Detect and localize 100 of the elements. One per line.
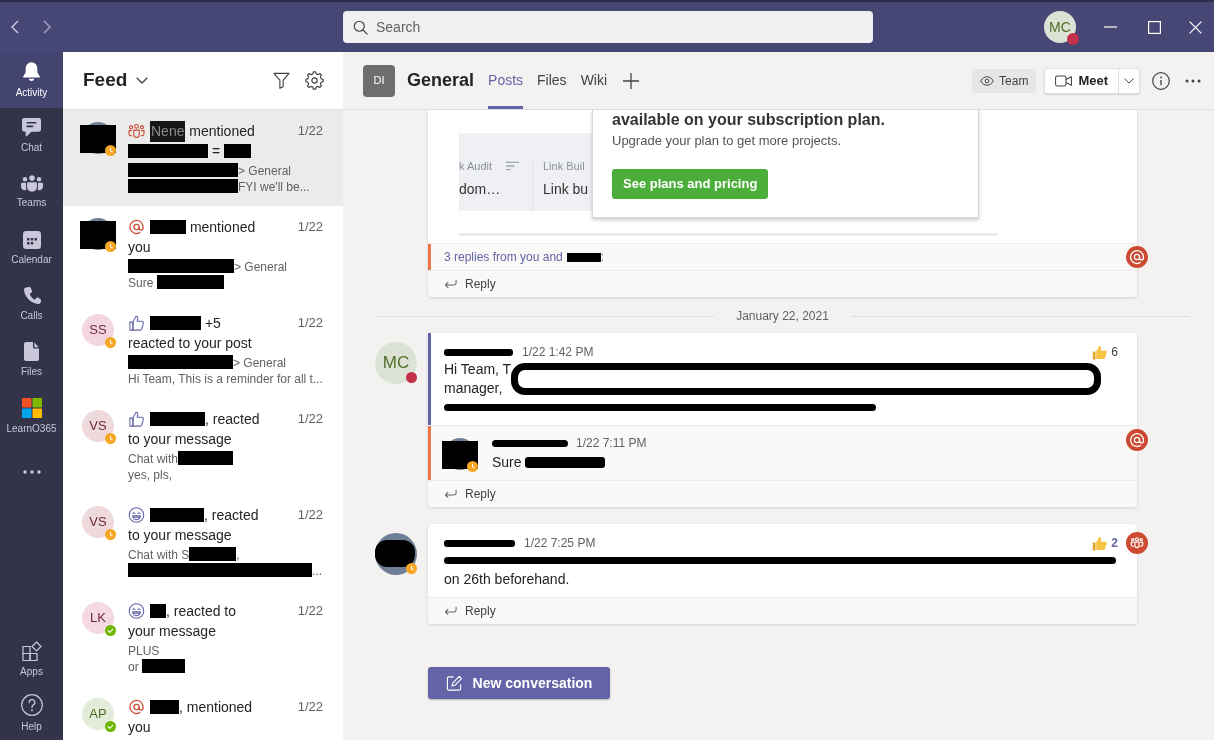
redaction-bar [150, 604, 166, 618]
meet-button[interactable]: Meet [1045, 68, 1118, 93]
plus-icon [623, 72, 640, 89]
close-icon [1188, 20, 1202, 34]
thumbs-up-icon [1092, 535, 1108, 551]
feed-date: 1/22 [297, 314, 324, 333]
redaction-bar [566, 252, 601, 262]
dialog-heading: available on your subscription plan. [612, 110, 885, 130]
document-icon [24, 342, 39, 361]
app-bar-item[interactable]: Activity [0, 52, 63, 108]
chevron-down-icon [136, 77, 149, 84]
avatar: SS [82, 314, 114, 346]
new-conversation-button[interactable]: New conversation [428, 667, 610, 699]
activity-text: reacted to your post [128, 333, 252, 353]
bell-icon [23, 61, 40, 82]
thumbs-up-outline-icon [128, 411, 145, 427]
preview-text: Hi Team, This is a reminder for all t... [128, 372, 323, 386]
team-button[interactable]: Team [972, 68, 1037, 93]
dialog-text: Upgrade your plan to get more projects. [612, 133, 842, 149]
channel-name: General [407, 69, 475, 92]
table-header: Link Buil [543, 158, 585, 174]
video-camera-icon [1055, 74, 1073, 87]
people-group-icon [20, 175, 43, 192]
message-time: 1/22 7:25 PM [524, 535, 596, 552]
preview-text: ... [312, 564, 322, 578]
reaction-button[interactable]: 6 [1092, 343, 1118, 361]
activity-text: +5 [203, 313, 221, 333]
preview-text: FYI we'll be... [238, 180, 310, 194]
activity-text: mentioned [188, 217, 256, 237]
chevron-right-icon [43, 20, 51, 34]
compose-icon [445, 674, 463, 692]
context-text: Chat with [128, 452, 179, 466]
message-text: Sure [492, 453, 523, 472]
activity-text: , reacted to [166, 601, 237, 621]
info-button[interactable] [1152, 71, 1170, 90]
filter-icon [272, 72, 290, 89]
chevron-left-icon [11, 20, 19, 34]
feed-menu-button[interactable]: Feed [83, 66, 149, 95]
sort-icon [506, 161, 520, 171]
reply-button[interactable]: Reply [428, 480, 1137, 507]
activity-text: mentioned [188, 121, 255, 141]
tab[interactable]: Files [537, 52, 567, 109]
at-sign-icon [128, 699, 145, 715]
app-bar-item[interactable]: Calendar [0, 220, 63, 276]
table-header: k Audit [459, 158, 493, 174]
activity-text: , reacted [205, 409, 260, 429]
add-tab-button[interactable] [623, 72, 640, 89]
reply-button[interactable]: Reply [428, 597, 1137, 624]
message-time: 1/22 1:42 PM [522, 344, 594, 361]
message-text: on 26th beforehand. [444, 570, 570, 589]
calendar-icon [22, 230, 41, 249]
feed-date: 1/22 [297, 218, 324, 237]
feed-date: 1/22 [297, 698, 324, 717]
laughing-face-icon [128, 507, 145, 523]
redaction-bar [189, 547, 237, 561]
redaction-bar [444, 539, 515, 547]
minimize-icon [1103, 26, 1117, 28]
profile-avatar[interactable]: MC [1044, 11, 1076, 43]
replies-link[interactable]: 3 replies from you and [444, 248, 563, 266]
four-squares-logo-icon [21, 397, 42, 418]
activity-text: , mentioned [179, 697, 253, 717]
table-cell-text: Link bu [543, 180, 590, 199]
more-icon [1185, 78, 1201, 83]
settings-button[interactable] [304, 70, 324, 91]
preview-text: yes, pls, [128, 468, 172, 482]
redaction-bar [444, 348, 513, 356]
laughing-face-icon [128, 603, 145, 619]
app-bar-item[interactable]: Calls [0, 276, 63, 332]
reaction-button[interactable]: 2 [1092, 534, 1118, 552]
avatar: AP [82, 698, 114, 730]
preview-text: or [128, 660, 140, 674]
redaction-bar [150, 220, 186, 234]
reply-button[interactable]: Reply [428, 270, 1137, 297]
search-field[interactable]: Search [343, 11, 873, 43]
context-text: PLUS [128, 644, 160, 658]
avatar: VS [82, 506, 114, 538]
app-bar-item[interactable]: LearnO365 [0, 388, 63, 444]
tab[interactable]: Wiki [580, 52, 608, 109]
chevron-down-icon [1124, 77, 1134, 84]
app-bar-item[interactable]: Help [0, 686, 63, 740]
phone-icon [22, 286, 41, 305]
avatar: VS [82, 410, 114, 442]
chat-bubble-icon [22, 118, 41, 137]
app-bar-item[interactable]: Teams [0, 164, 63, 220]
channel-avatar: DI [363, 64, 395, 97]
thumbs-up-icon [1092, 344, 1108, 360]
help-icon [20, 693, 43, 716]
activity-text: to your message [128, 429, 232, 449]
context-text: , [236, 548, 240, 562]
activity-text: = [210, 141, 222, 161]
redaction-bar [150, 700, 179, 714]
masked-name: Nene [150, 120, 186, 142]
date-divider: January 22, 2021 [736, 308, 829, 325]
maximize-icon [1147, 20, 1161, 34]
app-bar-item[interactable]: Chat [0, 108, 63, 164]
app-bar-item[interactable]: Apps [0, 632, 63, 686]
replies-link[interactable]: : [600, 248, 605, 266]
filter-button[interactable] [272, 71, 290, 90]
feed-item[interactable]: Nene mentioned 1/22 = > General FYI we'll be... [63, 110, 343, 206]
app-bar-item[interactable]: Files [0, 332, 63, 388]
